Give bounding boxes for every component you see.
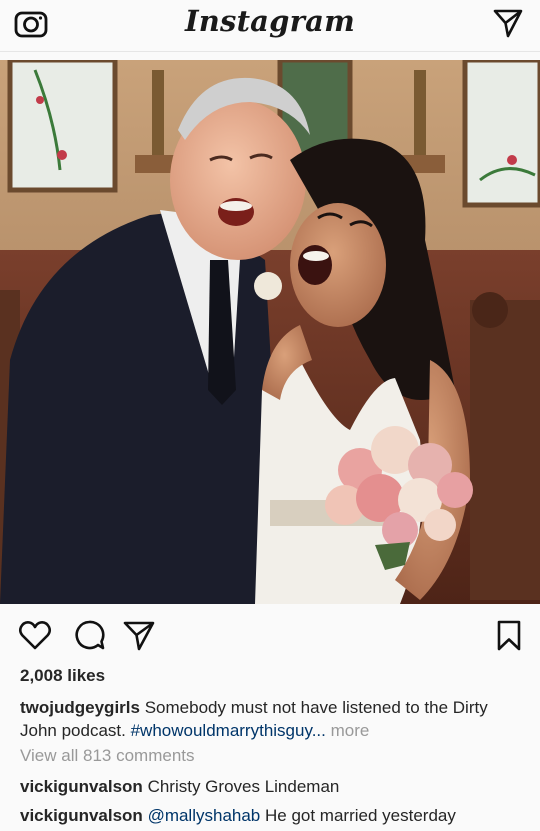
caption-username[interactable]: twojudgeygirls [20,698,140,717]
comment-username[interactable]: vickigunvalson [20,806,143,825]
view-all-comments-link[interactable]: View all 813 comments [20,746,195,766]
send-icon[interactable] [492,7,524,39]
comment-text: Christy Groves Lindeman [147,777,340,796]
caption-more-link[interactable]: more [331,721,370,740]
comment-text: He got married yesterday [265,806,456,825]
share-icon[interactable] [122,618,156,652]
comment-item: vickigunvalson @mallyshahab He got marri… [20,806,456,826]
post-actions [0,612,540,656]
comment-icon[interactable] [72,618,106,652]
comment-mention[interactable]: @mallyshahab [148,806,261,825]
post-photo[interactable] [0,60,540,604]
bookmark-icon[interactable] [492,618,526,652]
heart-icon[interactable] [18,618,52,652]
caption-hashtag[interactable]: #whowouldmarrythisguy... [131,721,326,740]
top-bar: Instagram [0,0,540,52]
app-title: Instagram [185,4,355,38]
post-caption: twojudgeygirls Somebody must not have li… [20,696,525,742]
comment-item: vickigunvalson Christy Groves Lindeman [20,777,339,797]
comment-username[interactable]: vickigunvalson [20,777,143,796]
like-count[interactable]: 2,008 likes [20,666,105,686]
